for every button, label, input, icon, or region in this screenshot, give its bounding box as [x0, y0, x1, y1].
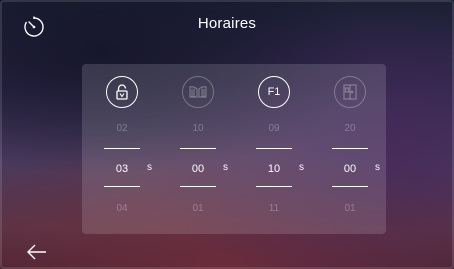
picker-next-value[interactable]: 01: [317, 203, 383, 214]
f1-button[interactable]: F1: [258, 76, 290, 108]
picker-current-value[interactable]: 03: [89, 163, 155, 175]
unit-label: s: [223, 162, 228, 173]
picker-divider: [332, 186, 368, 188]
unlock-button[interactable]: [106, 76, 138, 108]
unlock-icon: [113, 83, 131, 101]
picker-current-value[interactable]: 00: [165, 163, 231, 175]
picker-divider: [104, 186, 140, 188]
unit-label: s: [375, 162, 380, 173]
picker-prev-value[interactable]: 02: [89, 123, 155, 134]
door-icon: [341, 83, 359, 101]
picker-prev-value[interactable]: 20: [317, 123, 383, 134]
picker-divider: [180, 148, 216, 150]
picker-next-value[interactable]: 01: [165, 203, 231, 214]
picker-column-unlock: 02 03 s 04: [89, 64, 153, 234]
picker-divider: [256, 186, 292, 188]
picker-next-value[interactable]: 11: [241, 203, 307, 214]
f1-icon: F1: [267, 86, 281, 98]
unit-label: s: [299, 162, 304, 173]
picker-current-value[interactable]: 00: [317, 163, 383, 175]
picker-current-value[interactable]: 10: [241, 163, 307, 175]
timer-settings-panel: 02 03 s 04 10 00 s 01 F1 09 10 s 11 20 0…: [82, 64, 386, 234]
gate-button[interactable]: [182, 76, 214, 108]
door-button[interactable]: [334, 76, 366, 108]
unit-label: s: [147, 162, 152, 173]
picker-divider: [332, 148, 368, 150]
back-arrow-icon[interactable]: [26, 243, 48, 261]
picker-column-door: 20 00 s 01: [317, 64, 381, 234]
picker-prev-value[interactable]: 10: [165, 123, 231, 134]
picker-divider: [256, 148, 292, 150]
picker-next-value[interactable]: 04: [89, 203, 155, 214]
gate-icon: [188, 84, 208, 100]
page-title: Horaires: [197, 15, 257, 32]
picker-column-gate: 10 00 s 01: [165, 64, 229, 234]
picker-divider: [180, 186, 216, 188]
picker-divider: [104, 148, 140, 150]
picker-column-f1: F1 09 10 s 11: [241, 64, 305, 234]
picker-prev-value[interactable]: 09: [241, 123, 307, 134]
